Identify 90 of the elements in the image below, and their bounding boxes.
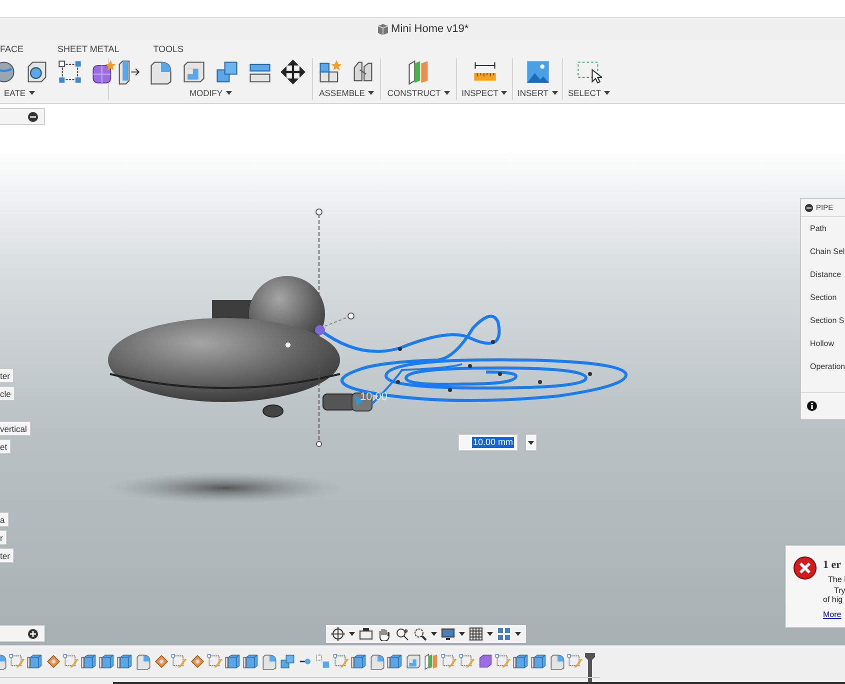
toolbar-group-menu[interactable]: INSERT	[517, 87, 558, 100]
sketch-icon[interactable]	[9, 653, 26, 670]
more-link[interactable]: More	[823, 609, 842, 621]
dimension-tag: cle	[0, 386, 15, 401]
extrude-icon[interactable]	[27, 653, 44, 670]
form-icon[interactable]	[90, 59, 116, 85]
info-icon[interactable]	[807, 401, 817, 411]
fillet-icon[interactable]	[549, 653, 566, 670]
extrude-icon[interactable]	[387, 653, 404, 670]
dropdown-caret-icon[interactable]	[515, 632, 521, 636]
error-message: of hig	[823, 595, 843, 606]
sketch-points-icon[interactable]	[57, 59, 83, 85]
planes-icon[interactable]	[423, 653, 440, 670]
extrude-icon[interactable]	[531, 653, 548, 670]
window-title: Mini Home v19*	[391, 22, 469, 37]
dimension-tag: ter	[0, 548, 14, 563]
image-icon[interactable]	[524, 59, 550, 85]
fillet-icon[interactable]	[148, 59, 174, 85]
extrude-icon[interactable]	[99, 653, 116, 670]
toolbar-group-menu[interactable]: SELECT	[568, 87, 610, 100]
dropdown-caret-icon[interactable]	[528, 440, 534, 444]
dropdown-caret-icon[interactable]	[349, 632, 355, 636]
sketch-icon[interactable]	[567, 653, 584, 670]
align-icon[interactable]	[315, 653, 332, 670]
toolbar-group-menu[interactable]: INSPECT	[462, 87, 508, 100]
extrude-icon[interactable]	[225, 653, 242, 670]
sketch-icon[interactable]	[333, 653, 350, 670]
toolbar-group-menu[interactable]: MODIFY	[189, 87, 232, 100]
dropdown-caret-icon[interactable]	[487, 632, 493, 636]
field-label: Section	[809, 292, 838, 304]
extrude-icon[interactable]	[243, 653, 260, 670]
field-label: Operation	[809, 361, 845, 373]
error-icon	[793, 556, 817, 580]
field-label: Distance	[809, 269, 842, 281]
dropdown-caret-icon[interactable]	[431, 632, 437, 636]
sketch-icon[interactable]	[63, 653, 80, 670]
dimension-tag: a	[0, 512, 9, 527]
toolbar-tab[interactable]: FACE	[0, 43, 24, 58]
timeline-marker-icon[interactable]	[585, 653, 595, 682]
collapse-icon[interactable]	[805, 204, 813, 212]
dimension-tag: r	[0, 530, 7, 545]
fillet-icon[interactable]	[369, 653, 386, 670]
dimension-tag: vertical	[0, 421, 31, 436]
extrude-icon[interactable]	[117, 653, 134, 670]
shell-icon[interactable]	[181, 59, 207, 85]
dimension-tag: et	[0, 439, 12, 454]
toolbar-tab[interactable]: SHEET METAL	[58, 43, 120, 58]
document-cube-icon	[376, 22, 388, 36]
toolbar-group-menu[interactable]: CONSTRUCT	[387, 87, 450, 100]
zoom-icon[interactable]	[395, 627, 409, 641]
toolbar-group-menu[interactable]: EATE	[4, 87, 35, 100]
solid-cube-icon[interactable]	[477, 653, 494, 670]
toolbar-group-menu[interactable]: ASSEMBLE	[319, 87, 374, 100]
extrude-icon[interactable]	[81, 653, 98, 670]
field-label: Hollow	[809, 338, 836, 350]
sketch-icon[interactable]	[441, 653, 458, 670]
fillet-icon[interactable]	[261, 653, 278, 670]
extrude-icon[interactable]	[513, 653, 530, 670]
new-component-icon[interactable]	[317, 59, 343, 85]
combine-icon[interactable]	[279, 653, 296, 670]
dimension-label: 10.00	[360, 390, 388, 405]
dropdown-caret-icon[interactable]	[459, 632, 465, 636]
zoom-window-icon[interactable]	[413, 627, 427, 641]
grid-icon[interactable]	[469, 627, 483, 641]
sketch-icon[interactable]	[207, 653, 224, 670]
look-at-icon[interactable]	[359, 627, 373, 641]
error-message: Try	[834, 585, 845, 596]
combine-icon[interactable]	[214, 59, 240, 85]
dimension-tag: ter	[0, 368, 14, 383]
field-label: Chain Sel	[809, 246, 845, 258]
field-label: Section S	[809, 315, 845, 327]
sketch-icon[interactable]	[495, 653, 512, 670]
handle-drawing	[286, 312, 354, 348]
extrude-icon[interactable]	[351, 653, 368, 670]
orbit-icon[interactable]	[331, 627, 345, 641]
selection-box-icon[interactable]	[576, 59, 602, 85]
dimension-input[interactable]: 10.00 mm	[458, 434, 518, 451]
toolbar-tab[interactable]: TOOLS	[153, 43, 184, 58]
viewports-icon[interactable]	[497, 627, 511, 641]
field-label: Path	[809, 223, 828, 235]
error-title: 1 er	[823, 558, 842, 573]
display-icon[interactable]	[441, 627, 455, 641]
sketch-icon[interactable]	[459, 653, 476, 670]
fillet-icon[interactable]	[135, 653, 152, 670]
pan-hand-icon[interactable]	[377, 627, 391, 641]
collapse-icon[interactable]	[28, 112, 38, 122]
shell-icon[interactable]	[405, 653, 422, 670]
move-icon[interactable]	[280, 59, 306, 85]
expand-icon[interactable]	[28, 628, 38, 638]
sketch-icon[interactable]	[171, 653, 188, 670]
